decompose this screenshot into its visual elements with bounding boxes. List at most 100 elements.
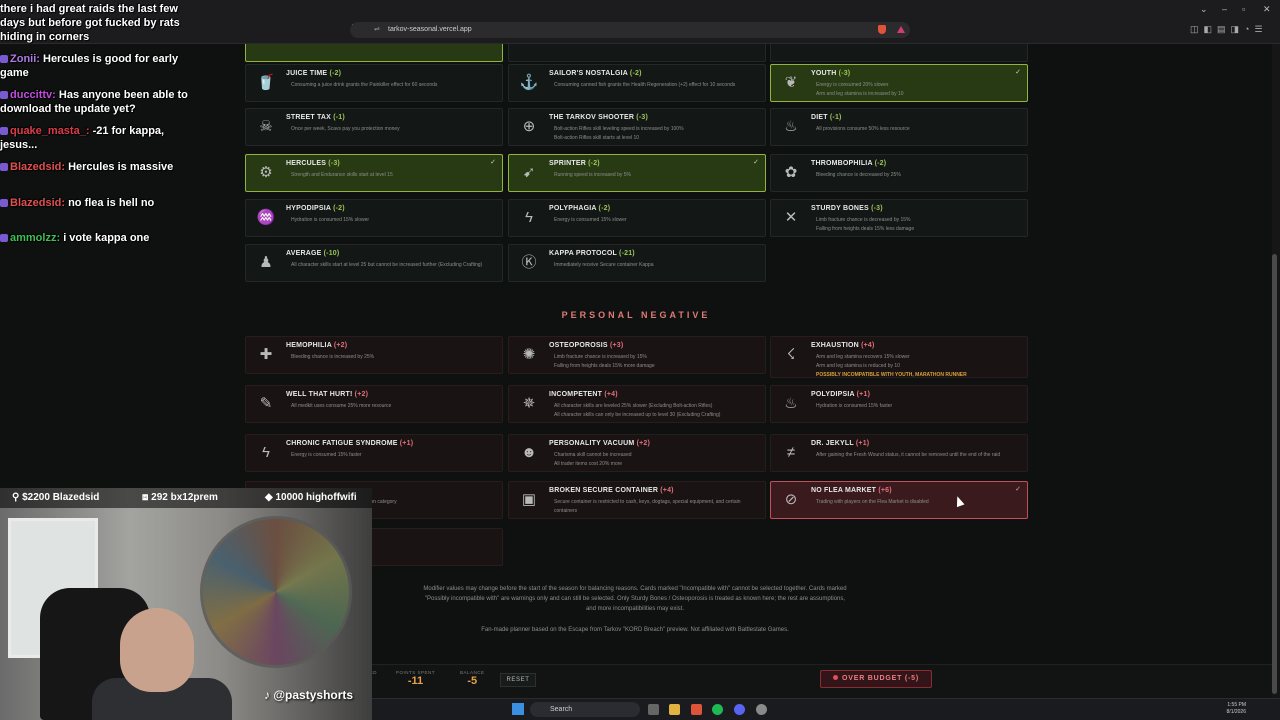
card-name: DR. JEKYLL — [811, 440, 854, 447]
card-street-tax[interactable]: ☠ STREET TAX (-1) Once per week, Scavs pay… — [245, 108, 503, 146]
card-exhaustion[interactable]: ☇ EXHAUSTION (+4) Arm and leg stamina reco… — [770, 336, 1028, 378]
card-title: NO FLEA MARKET (+6) — [811, 487, 892, 494]
extensions-icon[interactable]: ◫◧▤◨◔☰ — [1190, 24, 1268, 35]
address-bar[interactable]: ⇌ tarkov-seasonal.vercel.app — [350, 22, 910, 38]
card-sailor-s-nostalgia[interactable]: ⚓ SAILOR'S NOSTALGIA (-2) Consuming canned… — [508, 64, 766, 102]
card-desc-text: Consuming a juice drink grants the Paink… — [291, 82, 438, 88]
card-youth[interactable]: ❦ YOUTH (-3) Energy is consumed 20% slower… — [770, 64, 1028, 102]
close-window-icon[interactable]: ✕ — [1263, 4, 1271, 15]
scrollbar-thumb[interactable] — [1272, 254, 1277, 694]
card-kappa-protocol[interactable]: Ⓚ KAPPA PROTOCOL (-21) Immediately receive… — [508, 244, 766, 282]
card-desc-text: Secure container is restricted to cash, … — [554, 499, 741, 514]
card-description: Consuming canned fish grants the Health … — [554, 81, 764, 90]
chat-badge-icon — [0, 55, 8, 64]
card-name: DIET — [811, 114, 828, 121]
card-cost: (+1) — [855, 440, 870, 447]
card-partial-2[interactable] — [508, 44, 766, 62]
minimize-icon[interactable]: ⌄ — [1200, 4, 1208, 15]
card-thrombophilia[interactable]: ✿ THROMBOPHILIA (-2) Bleeding chance is de… — [770, 154, 1028, 192]
kappa-icon: Ⓚ — [521, 254, 537, 271]
card-personality-vacuum[interactable]: ☻ PERSONALITY VACUUM (+2) Charisma skill c… — [508, 434, 766, 472]
over-budget-button[interactable]: OVER BUDGET (-5) — [820, 670, 932, 688]
chat-badge-icon — [0, 234, 8, 243]
maximize-icon[interactable]: ▫ — [1242, 4, 1245, 14]
card-incompetent[interactable]: ✵ INCOMPETENT (+4) All character skills ar… — [508, 385, 766, 423]
card-desc-text: Hydration is consumed 15% faster — [816, 403, 893, 409]
clock-time: 1:55 PM — [1227, 702, 1246, 708]
card-title: SPRINTER (-2) — [549, 160, 600, 167]
card-desc-text: All character skills are leveled 25% slo… — [554, 403, 721, 418]
card-desc-text: Energy is consumed 15% faster — [291, 452, 362, 458]
card-name: THE TARKOV SHOOTER — [549, 114, 635, 121]
card-well-that-hurt[interactable]: ✎ WELL THAT HURT! (+2) All medkit uses con… — [245, 385, 503, 423]
card-name: HYPODIPSIA — [286, 205, 331, 212]
card-title: HYPODIPSIA (-2) — [286, 205, 345, 212]
chat-username: Blazedsid: — [10, 161, 66, 173]
bandage-icon: ✎ — [259, 395, 273, 412]
card-average[interactable]: ♟ AVERAGE (-10) All character skills start… — [245, 244, 503, 282]
card-title: OSTEOPOROSIS (+3) — [549, 342, 623, 349]
obs-icon[interactable] — [756, 704, 767, 715]
system-clock[interactable]: 1:55 PM 8/1/2026 — [1190, 702, 1246, 716]
reset-button[interactable]: RESET — [500, 673, 536, 687]
card-desc-text: Bleeding chance is decreased by 25% — [816, 172, 901, 178]
card-description: Limb fracture chance is decreased by 15%… — [816, 216, 1026, 234]
url-text: tarkov-seasonal.vercel.app — [388, 26, 472, 33]
file-explorer-icon[interactable] — [669, 704, 680, 715]
food-icon: ♨ — [784, 118, 798, 135]
card-no-flea-market[interactable]: ⊘ NO FLEA MARKET (+6) Trading with players… — [770, 481, 1028, 519]
spotify-icon[interactable] — [712, 704, 723, 715]
fan-made-disclaimer: Fan-made planner based on the Escape fro… — [481, 627, 789, 633]
card-title: HERCULES (-3) — [286, 160, 340, 167]
card-hercules[interactable]: ⚙ HERCULES (-3) Strength and Endurance ski… — [245, 154, 503, 192]
brave-shield-icon[interactable] — [878, 25, 886, 34]
minimize-window-icon[interactable]: – — [1222, 4, 1227, 14]
card-desc-text: Energy is consumed 15% slower — [554, 217, 627, 223]
card-hypodipsia[interactable]: ♒ HYPODIPSIA (-2) Hydration is consumed 15… — [245, 199, 503, 237]
taskbar-search[interactable]: Search — [530, 702, 640, 717]
card-hemophilia[interactable]: ✚ HEMOPHILIA (+2) Bleeding chance is incre… — [245, 336, 503, 374]
blood-drop-icon: ✚ — [259, 346, 273, 363]
fatigue-icon: ϟ — [262, 444, 270, 461]
card-desc-text: Limb fracture chance is decreased by 15%… — [816, 217, 915, 232]
card-cost: (-3) — [871, 205, 883, 212]
card-osteoporosis[interactable]: ✺ OSTEOPOROSIS (+3) Limb fracture chance i… — [508, 336, 766, 374]
card-diet[interactable]: ♨ DIET (-1) All provisions consume 50% les… — [770, 108, 1028, 146]
card-desc-text: Strength and Endurance skills start at l… — [291, 172, 393, 178]
water-icon: ♒ — [256, 209, 276, 226]
card-title: BROKEN SECURE CONTAINER (+4) — [549, 487, 674, 494]
card-dr-jekyll[interactable]: ≠ DR. JEKYLL (+1) After gaining the Fresh … — [770, 434, 1028, 472]
brave-rewards-icon[interactable] — [897, 26, 905, 33]
stat-balance: BALANCE -5 — [460, 670, 485, 687]
card-polyphagia[interactable]: ϟ POLYPHAGIA (-2) Energy is consumed 15% s… — [508, 199, 766, 237]
card-the-tarkov-shooter[interactable]: ⊕ THE TARKOV SHOOTER (-3) Bolt-action Rifl… — [508, 108, 766, 146]
stream-chat-overlay: there i had great raids the last few day… — [0, 0, 240, 280]
gear-brain-icon: ✵ — [522, 395, 536, 412]
card-partial-1[interactable] — [245, 44, 503, 62]
card-name: STURDY BONES — [811, 205, 869, 212]
card-cost: (-2) — [588, 160, 600, 167]
card-partial-3[interactable] — [770, 44, 1028, 62]
card-title: HEMOPHILIA (+2) — [286, 342, 347, 349]
card-name: SPRINTER — [549, 160, 586, 167]
site-info-icon[interactable]: ⇌ — [374, 22, 380, 38]
card-broken-secure-container[interactable]: ▣ BROKEN SECURE CONTAINER (+4) Secure cont… — [508, 481, 766, 519]
card-juice-time[interactable]: 🥤 JUICE TIME (-2) Consuming a juice drink … — [245, 64, 503, 102]
windows-start-icon[interactable] — [512, 703, 524, 715]
no-market-icon: ⊘ — [784, 491, 798, 508]
discord-icon[interactable] — [734, 704, 745, 715]
card-description: Energy is consumed 15% faster — [291, 451, 501, 460]
brave-browser-icon[interactable] — [691, 704, 702, 715]
card-name: WELL THAT HURT! — [286, 391, 353, 398]
card-sturdy-bones[interactable]: ✕ STURDY BONES (-3) Limb fracture chance i… — [770, 199, 1028, 237]
card-desc-text: All medkit uses consume 25% more resourc… — [291, 403, 392, 409]
card-description: Hydration is consumed 15% slower — [291, 216, 501, 225]
card-polydipsia[interactable]: ♨ POLYDIPSIA (+1) Hydration is consumed 15… — [770, 385, 1028, 423]
card-sprinter[interactable]: ➹ SPRINTER (-2) Running speed is increased… — [508, 154, 766, 192]
task-view-icon[interactable] — [648, 704, 659, 715]
card-desc-text: Energy is consumed 20% slower Arm and le… — [816, 82, 904, 97]
card-cost: (+3) — [609, 342, 624, 349]
card-chronic-fatigue-syndrome[interactable]: ϟ CHRONIC FATIGUE SYNDROME (+1) Energy is … — [245, 434, 503, 472]
prize-wheel — [200, 516, 352, 668]
page-scrollbar[interactable] — [1272, 44, 1280, 698]
